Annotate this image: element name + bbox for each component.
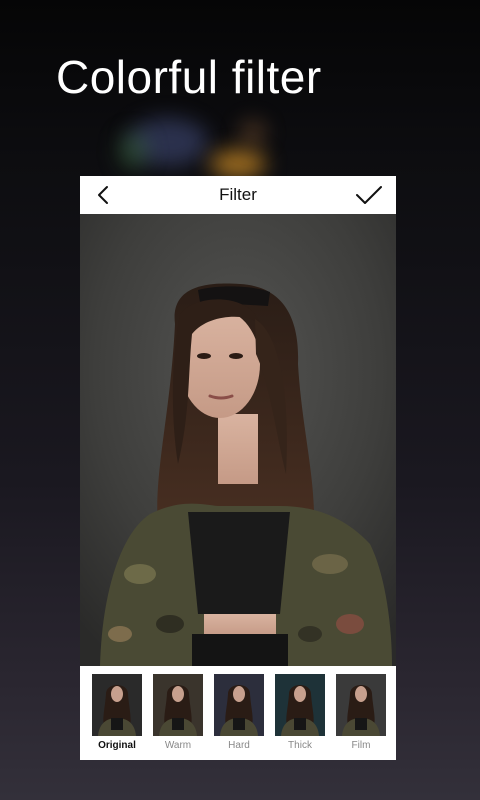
filter-thumbnail [275,674,325,736]
portrait-photo [80,214,396,666]
filter-label: Original [98,740,136,751]
background-bokeh [210,150,266,178]
promo-headline: Colorful filter [56,51,322,103]
filter-thumbnail [153,674,203,736]
filter-label: Warm [164,740,192,751]
filter-thumbnail [336,674,386,736]
filter-thumbnail [214,674,264,736]
confirm-button[interactable] [354,182,384,208]
background-bokeh [118,132,148,170]
photo-preview[interactable] [80,214,396,666]
editor-title: Filter [219,185,257,204]
checkmark-icon [356,186,382,204]
filter-option-original[interactable]: Original [92,674,142,751]
filter-label: Thick [288,740,312,751]
editor-topbar: Filter [80,176,396,214]
background-bokeh [240,120,266,146]
filter-option-hard[interactable]: Hard [214,674,264,751]
filter-label: Hard [228,740,250,751]
filter-option-warm[interactable]: Warm [153,674,203,751]
filter-thumbnail [92,674,142,736]
filter-option-film[interactable]: Film [336,674,386,751]
filter-label: Film [351,740,371,751]
phone-screen: Filter Original Warm Hard Thick Film [80,176,396,760]
filter-option-thick[interactable]: Thick [275,674,325,751]
filter-strip: Original Warm Hard Thick Film [80,666,396,760]
